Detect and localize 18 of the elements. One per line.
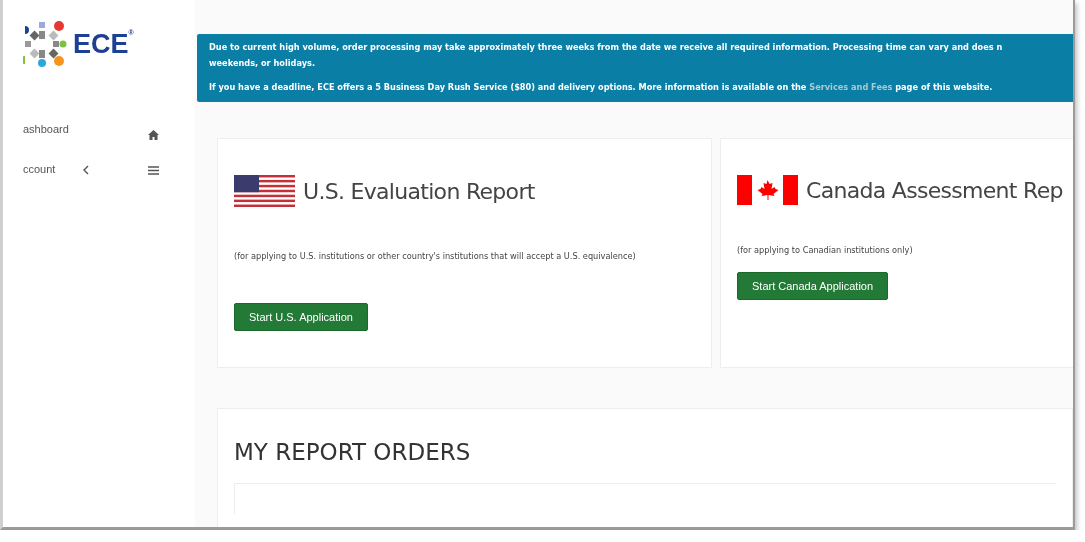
card-title: U.S. Evaluation Report xyxy=(303,178,535,204)
flag-icon xyxy=(234,175,295,207)
logo-icon xyxy=(23,20,67,68)
notice-text: weekends, or holidays. xyxy=(209,57,316,69)
notice-text: Due to current high volume, order processing may take approximately three weeks from the date we receive all required information. Processing time can vary and does n xyxy=(209,41,1004,53)
sidebar-item[interactable]: ashboard xyxy=(23,122,83,135)
home-icon[interactable] xyxy=(148,130,159,140)
notice-text: If you have a deadline, ECE offers a 5 Business Day Rush Service ($80) and delivery options. More information is available on the Services and Fees page of this website. xyxy=(209,81,994,93)
orders-title: MY REPORT ORDERS xyxy=(234,439,472,465)
card-description: (for applying to Canadian institutions only) xyxy=(737,245,914,255)
card-description: (for applying to U.S. institutions or other country's institutions that will accept a U.S. equivalence) xyxy=(234,251,637,261)
card-title: Canada Assessment Rep xyxy=(806,177,1063,203)
start-application-button[interactable]: Start U.S. Application xyxy=(234,303,368,331)
sidebar-item[interactable]: ccount xyxy=(23,163,83,175)
chevron-icon[interactable] xyxy=(83,164,89,175)
menu-icon[interactable] xyxy=(148,165,159,175)
start-application-button[interactable]: Start Canada Application xyxy=(737,272,889,300)
flag-icon xyxy=(737,175,798,205)
